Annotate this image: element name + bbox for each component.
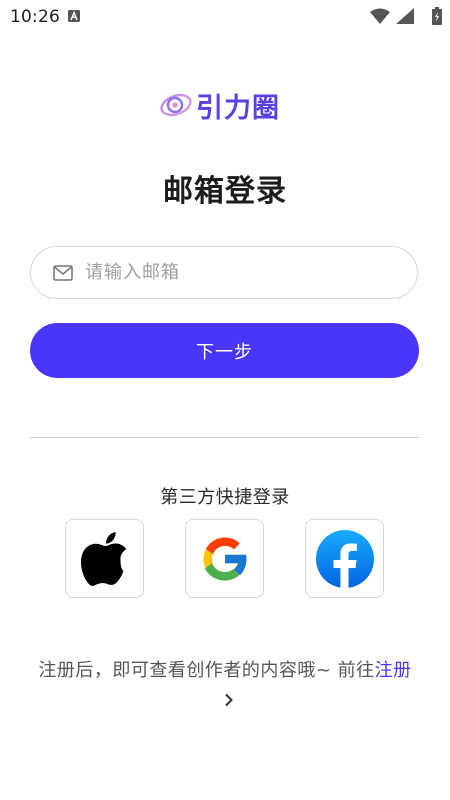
apple-login-button[interactable]: [65, 519, 144, 598]
planet-logo-icon: [160, 93, 192, 117]
status-time: 10:26: [10, 7, 60, 27]
divider: [30, 437, 420, 438]
apple-icon: [80, 531, 126, 586]
google-icon: [203, 537, 248, 580]
page-title: 邮箱登录: [163, 174, 287, 209]
signal-icon: [396, 8, 414, 24]
battery-icon: [432, 7, 442, 25]
email-input[interactable]: [83, 261, 387, 284]
facebook-login-button[interactable]: [305, 519, 384, 598]
next-step-button[interactable]: 下一步: [30, 323, 419, 378]
login-screen: 10:26 引力圈 邮箱登录 请输入邮箱 下一步 第三方快捷登录 注册后，即可查…: [0, 0, 450, 800]
status-bar: 10:26: [0, 0, 450, 34]
google-login-button[interactable]: [185, 519, 264, 598]
email-field[interactable]: [30, 246, 418, 299]
register-link-label: 注册: [374, 660, 412, 681]
notification-a-icon: [68, 10, 80, 22]
app-logo-text: 引力圈: [196, 92, 280, 124]
app-logo: 引力圈: [160, 86, 280, 124]
footer-register-prompt: 注册后，即可查看创作者的内容哦~ 前往注册: [32, 656, 418, 716]
mail-icon: [53, 264, 73, 281]
third-party-login-title: 第三方快捷登录: [160, 487, 290, 508]
chevron-right-icon: [225, 693, 233, 707]
wifi-icon: [370, 8, 390, 24]
facebook-icon: [315, 529, 374, 589]
footer-text: 注册后，即可查看创作者的内容哦~ 前往: [38, 660, 375, 681]
